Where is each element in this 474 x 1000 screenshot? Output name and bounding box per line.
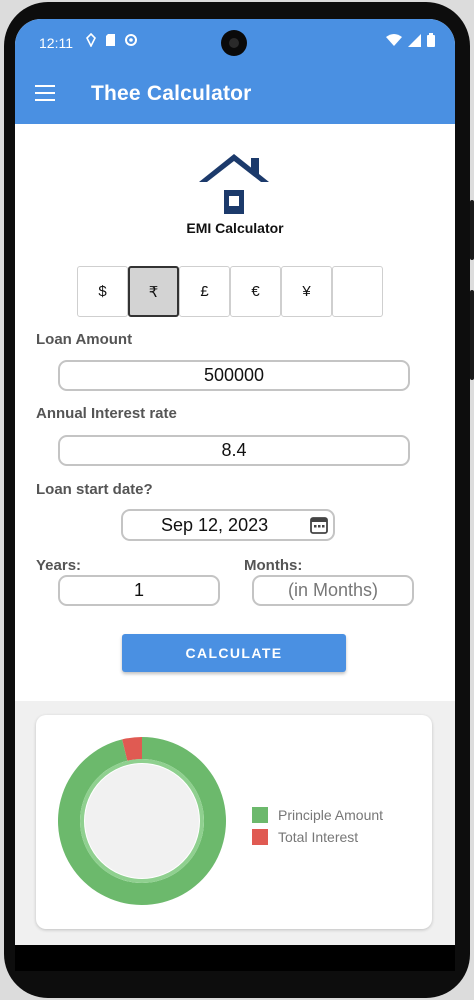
legend-swatch-principal <box>252 807 268 823</box>
calculate-button[interactable]: CALCULATE <box>122 634 346 672</box>
legend-label-interest: Total Interest <box>278 829 359 845</box>
logo-title: EMI Calculator <box>186 220 284 236</box>
settings-icon <box>125 34 137 46</box>
years-input[interactable]: 1 <box>58 575 220 606</box>
loan-amount-input[interactable]: 500000 <box>58 360 410 391</box>
status-time: 12:11 <box>39 35 73 51</box>
legend-label-principal: Principle Amount <box>278 807 384 823</box>
legend-item-interest: Total Interest <box>252 826 383 848</box>
status-bar: 12:11 <box>15 19 455 67</box>
emi-donut-chart <box>58 737 226 905</box>
status-icons-left <box>85 33 138 47</box>
currency-dollar-button[interactable]: $ <box>77 266 128 317</box>
status-icons-right <box>386 33 435 47</box>
currency-empty-button[interactable] <box>332 266 383 317</box>
loan-amount-label: Loan Amount <box>36 331 133 348</box>
legend-item-principal: Principle Amount <box>252 804 383 826</box>
app-title: Thee Calculator <box>91 82 252 105</box>
house-logo-icon <box>199 154 269 214</box>
volume-button <box>470 290 474 380</box>
currency-rupee-button[interactable]: ₹ <box>128 266 179 317</box>
chart-card: Principle Amount Total Interest <box>36 715 432 929</box>
location-icon <box>86 33 96 47</box>
chart-legend: Principle Amount Total Interest <box>252 804 383 848</box>
hamburger-menu-icon[interactable] <box>35 85 55 102</box>
signal-icon <box>408 33 421 47</box>
power-button <box>470 200 474 260</box>
currency-pound-button[interactable]: £ <box>179 266 230 317</box>
app-bar: Thee Calculator <box>15 67 455 124</box>
currency-selector: $ ₹ £ € ¥ <box>77 266 383 317</box>
currency-yen-button[interactable]: ¥ <box>281 266 332 317</box>
interest-rate-input[interactable]: 8.4 <box>58 435 410 466</box>
start-date-label: Loan start date? <box>36 481 153 498</box>
currency-euro-button[interactable]: € <box>230 266 281 317</box>
results-section: Principle Amount Total Interest <box>15 701 455 945</box>
main-content: EMI Calculator $ ₹ £ € ¥ Loan Amount 500… <box>15 124 455 701</box>
wifi-icon <box>386 34 402 46</box>
screen: 12:11 Thee Calculator EMI Calculator $ ₹… <box>15 19 455 971</box>
months-label: Months: <box>244 557 303 574</box>
front-camera <box>221 30 247 56</box>
start-date-value: Sep 12, 2023 <box>161 514 269 535</box>
calendar-icon[interactable] <box>309 515 329 535</box>
years-label: Years: <box>36 557 82 574</box>
battery-icon <box>427 33 435 47</box>
legend-swatch-interest <box>252 829 268 845</box>
months-input[interactable]: (in Months) <box>252 575 414 606</box>
interest-rate-label: Annual Interest rate <box>36 405 177 422</box>
start-date-field[interactable]: Sep 12, 2023 <box>121 509 335 541</box>
navigation-bar <box>15 945 455 971</box>
sd-card-icon <box>106 34 115 46</box>
phone-frame: 12:11 Thee Calculator EMI Calculator $ ₹… <box>0 0 474 1000</box>
donut-inner-fill <box>85 764 199 878</box>
